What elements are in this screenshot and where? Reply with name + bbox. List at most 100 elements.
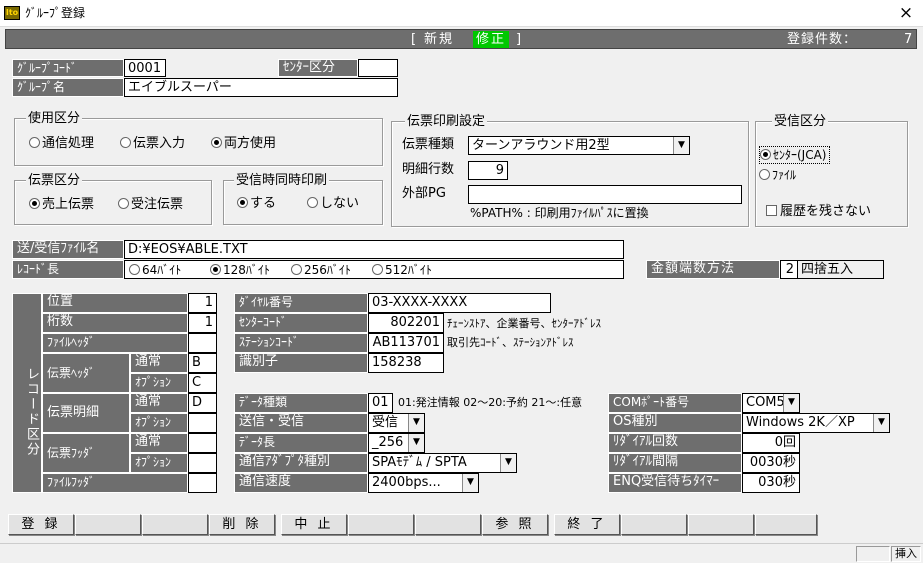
slip-kind-select[interactable]: ターンアラウンド用2型 ▼ bbox=[468, 136, 690, 155]
redial-count-label: ﾘﾀﾞｲｱﾙ回数 bbox=[608, 433, 742, 453]
usage-option-slip[interactable]: 伝票入力 bbox=[120, 136, 185, 152]
center-type-input[interactable] bbox=[358, 59, 398, 77]
function-button-3[interactable] bbox=[142, 514, 208, 535]
slip-detail-normal-input[interactable]: D bbox=[188, 393, 217, 413]
send-recv-value: 受信 bbox=[372, 415, 399, 430]
group-name-input[interactable]: エイブルスーパー bbox=[124, 78, 398, 97]
enq-timer-input[interactable]: 030秒 bbox=[742, 473, 800, 493]
usage-option-comm[interactable]: 通信処理 bbox=[29, 136, 94, 152]
function-button-7[interactable] bbox=[415, 514, 481, 535]
function-button-6[interactable] bbox=[348, 514, 414, 535]
adapter-label: 通信ｱﾀﾞﾌﾟﾀ種別 bbox=[234, 453, 368, 473]
rounding-label: 金額端数方法 bbox=[646, 260, 780, 279]
data-type-input[interactable]: 01 bbox=[368, 393, 393, 413]
record-length-64[interactable]: 64ﾊﾞｲﾄ bbox=[129, 262, 181, 278]
com-port-value: COM5 bbox=[746, 395, 785, 410]
function-button-12[interactable] bbox=[755, 514, 817, 535]
receive-print-option-no[interactable]: しない bbox=[307, 196, 359, 212]
slip-type-option-sales[interactable]: 売上伝票 bbox=[29, 197, 94, 213]
file-header-input[interactable] bbox=[188, 333, 217, 353]
slip-detail-normal-label: 通常 bbox=[130, 393, 188, 413]
close-icon[interactable]: × bbox=[893, 2, 919, 24]
send-recv-select[interactable]: 受信 ▼ bbox=[368, 413, 425, 433]
record-length-512[interactable]: 512ﾊﾞｲﾄ bbox=[372, 262, 432, 278]
rounding-code-input[interactable]: 2 bbox=[780, 260, 798, 279]
slip-footer-label: 伝票ﾌｯﾀﾞ bbox=[42, 433, 130, 473]
record-count-label: 登録件数： bbox=[787, 32, 858, 47]
chevron-down-icon[interactable]: ▼ bbox=[500, 454, 516, 472]
mode-edit[interactable]: 修正 bbox=[473, 31, 510, 48]
register-button[interactable]: 登 録 bbox=[8, 514, 74, 535]
status-panel bbox=[856, 546, 890, 562]
external-pg-input[interactable] bbox=[468, 185, 742, 204]
slip-footer-option-input[interactable] bbox=[188, 453, 217, 473]
group-code-label: ｸﾞﾙｰﾌﾟｺｰﾄﾞ bbox=[12, 59, 124, 77]
mode-bracket-open: [ bbox=[411, 32, 417, 47]
title-bar: Ito ｸﾞﾙｰﾌﾟ登録 × bbox=[0, 0, 923, 27]
mode-header: [ 新規 修正 ] 登録件数： 7 bbox=[5, 29, 917, 49]
radio-selected-icon bbox=[210, 264, 221, 275]
chevron-down-icon[interactable]: ▼ bbox=[673, 137, 689, 154]
exit-button[interactable]: 終 了 bbox=[554, 514, 620, 535]
slip-detail-option-input[interactable] bbox=[188, 413, 217, 433]
function-button-11[interactable] bbox=[688, 514, 754, 535]
slip-type-title: 伝票区分 bbox=[26, 173, 83, 188]
redial-interval-value: 0030 bbox=[749, 455, 783, 470]
identifier-input[interactable]: 158238 bbox=[368, 353, 444, 373]
station-code-input[interactable]: AB113701 bbox=[368, 333, 444, 353]
redial-interval-input[interactable]: 0030秒 bbox=[742, 453, 800, 473]
mode-bracket-close: ] bbox=[516, 32, 522, 47]
mode-new[interactable]: 新規 bbox=[424, 31, 454, 48]
file-footer-input[interactable] bbox=[188, 473, 217, 493]
detail-lines-label: 明細行数 bbox=[402, 162, 455, 177]
chevron-down-icon[interactable]: ▼ bbox=[408, 434, 424, 452]
external-pg-label: 外部PG bbox=[402, 186, 446, 201]
adapter-select[interactable]: SPAﾓﾃﾞﾑ / SPTA ▼ bbox=[368, 453, 517, 473]
file-name-input[interactable]: D:¥EOS¥ABLE.TXT bbox=[124, 240, 624, 259]
slip-header-option-input[interactable]: C bbox=[188, 373, 217, 393]
record-length-128[interactable]: 128ﾊﾞｲﾄ bbox=[210, 262, 270, 278]
usage-option-both[interactable]: 両方使用 bbox=[211, 136, 276, 152]
reference-button[interactable]: 参 照 bbox=[482, 514, 548, 535]
slip-footer-normal-input[interactable] bbox=[188, 433, 217, 453]
cancel-button[interactable]: 中 止 bbox=[281, 514, 347, 535]
chevron-down-icon[interactable]: ▼ bbox=[462, 474, 478, 492]
send-recv-label: 送信・受信 bbox=[234, 413, 368, 433]
center-code-input[interactable]: 802201 bbox=[368, 313, 444, 333]
receive-type-option-center[interactable]: ｾﾝﾀｰ(JCA) bbox=[759, 146, 830, 164]
function-button-2[interactable] bbox=[75, 514, 141, 535]
station-code-label: ｽﾃｰｼｮﾝｺｰﾄﾞ bbox=[234, 333, 368, 353]
keep-history-label: 履歴を残さない bbox=[780, 204, 872, 219]
os-type-value: Windows 2K／XP bbox=[746, 415, 855, 430]
chevron-down-icon[interactable]: ▼ bbox=[783, 394, 799, 412]
function-button-10[interactable] bbox=[621, 514, 687, 535]
digits-input[interactable]: 1 bbox=[188, 313, 217, 333]
chevron-down-icon[interactable]: ▼ bbox=[408, 414, 424, 432]
radio-icon bbox=[291, 264, 302, 275]
receive-type-option-file[interactable]: ﾌｧｲﾙ bbox=[759, 167, 796, 183]
record-length-256[interactable]: 256ﾊﾞｲﾄ bbox=[291, 262, 351, 278]
position-input[interactable]: 1 bbox=[188, 293, 217, 313]
data-length-label: ﾃﾞｰﾀ長 bbox=[234, 433, 368, 453]
delete-button[interactable]: 削 除 bbox=[209, 514, 275, 535]
status-bar: 挿入 bbox=[0, 543, 923, 563]
redial-count-input[interactable]: 0回 bbox=[742, 433, 800, 453]
dial-number-input[interactable]: 03-XXXX-XXXX bbox=[368, 293, 551, 313]
external-pg-note: %PATH% : 印刷用ﾌｧｲﾙﾊﾟｽに置換 bbox=[470, 206, 649, 220]
com-port-select[interactable]: COM5 ▼ bbox=[742, 393, 800, 413]
file-header-label: ﾌｧｲﾙﾍｯﾀﾞ bbox=[42, 333, 188, 353]
os-type-select[interactable]: Windows 2K／XP ▼ bbox=[742, 413, 890, 433]
receive-print-option-yes[interactable]: する bbox=[237, 196, 276, 212]
radio-icon bbox=[120, 137, 131, 148]
speed-select[interactable]: 2400bps... ▼ bbox=[368, 473, 479, 493]
record-section-title: レコード区分 bbox=[12, 293, 42, 493]
slip-type-option-order[interactable]: 受注伝票 bbox=[118, 197, 183, 213]
detail-lines-input[interactable]: 9 bbox=[468, 161, 508, 180]
data-length-select[interactable]: _256 ▼ bbox=[368, 433, 425, 453]
group-code-input[interactable]: 0001 bbox=[124, 59, 166, 77]
keep-history-checkbox[interactable]: 履歴を残さない bbox=[766, 204, 871, 220]
slip-header-normal-input[interactable]: B bbox=[188, 353, 217, 373]
radio-icon bbox=[372, 264, 383, 275]
chevron-down-icon[interactable]: ▼ bbox=[873, 414, 889, 432]
record-length-label: ﾚｺｰﾄﾞ長 bbox=[12, 260, 124, 279]
